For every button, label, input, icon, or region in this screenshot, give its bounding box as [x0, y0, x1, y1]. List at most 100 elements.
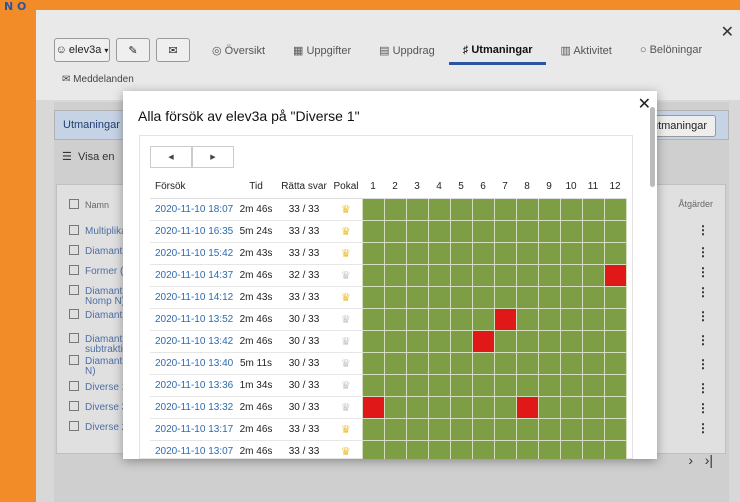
- trophy-cell: ♛: [330, 308, 362, 331]
- table-row: 2020-11-10 13:36 1m 34s 30 / 33 ♛: [150, 373, 627, 397]
- attempt-date-link[interactable]: 2020-11-10 13:52: [150, 308, 234, 331]
- question-cell-correct: [515, 351, 539, 375]
- list-item[interactable]: Multiplika: [69, 225, 127, 237]
- list-item[interactable]: Former (s: [69, 265, 128, 277]
- attempt-date-link[interactable]: 2020-11-10 13:07: [150, 440, 234, 459]
- user-dropdown[interactable]: ☺ elev3a ▾: [54, 38, 110, 62]
- tab-beloningar[interactable]: ○ Belöningar: [626, 38, 716, 65]
- tab-aktivitet[interactable]: ▥ Aktivitet: [546, 38, 625, 65]
- question-cell-correct: [515, 263, 539, 287]
- attempt-date-link[interactable]: 2020-11-10 15:42: [150, 242, 234, 265]
- next-button[interactable]: ▶: [192, 146, 234, 168]
- row-actions-icon[interactable]: ⋮: [697, 333, 709, 347]
- section-title: Utmaningar: [63, 119, 120, 131]
- question-cell-correct: [383, 197, 407, 221]
- attempt-date-link[interactable]: 2020-11-10 18:07: [150, 198, 234, 221]
- question-cell-correct: [493, 329, 517, 353]
- row-actions-icon[interactable]: ⋮: [697, 381, 709, 395]
- row-checkbox[interactable]: [69, 265, 79, 275]
- question-cell-correct: [537, 263, 561, 287]
- row-actions-icon[interactable]: ⋮: [697, 401, 709, 415]
- question-cell-correct: [449, 241, 473, 265]
- tab-uppgifter[interactable]: ▦ Uppgifter: [279, 38, 365, 65]
- row-checkbox[interactable]: [69, 309, 79, 319]
- question-cell-correct: [493, 417, 517, 441]
- question-cell-correct: [515, 241, 539, 265]
- list-item[interactable]: Diverse 1: [69, 381, 127, 393]
- question-cell-correct: [405, 329, 429, 353]
- list-item[interactable]: Diamant: l: [69, 245, 130, 257]
- attempt-correct: 33 / 33: [278, 242, 330, 265]
- last-page-icon[interactable]: ›|: [705, 452, 713, 468]
- row-actions-icon[interactable]: ⋮: [697, 285, 709, 299]
- question-cell-correct: [405, 241, 429, 265]
- close-icon[interactable]: ✕: [721, 22, 734, 42]
- attempt-date-link[interactable]: 2020-11-10 13:32: [150, 396, 234, 419]
- question-cell-correct: [471, 439, 495, 459]
- col-question-7: 7: [494, 176, 516, 199]
- list-item-line2: N): [85, 366, 96, 377]
- row-actions-icon[interactable]: ⋮: [697, 223, 709, 237]
- row-actions-icon[interactable]: ⋮: [697, 357, 709, 371]
- user-label: elev3a: [68, 44, 102, 56]
- question-cell-correct: [471, 263, 495, 287]
- row-checkbox[interactable]: [69, 225, 79, 235]
- col-question-5: 5: [450, 176, 472, 199]
- attempt-date-link[interactable]: 2020-11-10 13:17: [150, 418, 234, 441]
- question-cell-correct: [471, 197, 495, 221]
- edit-button[interactable]: ✎: [116, 38, 150, 62]
- attempt-date-link[interactable]: 2020-11-10 13:42: [150, 330, 234, 353]
- trophy-cell: ♛: [330, 330, 362, 353]
- row-actions-icon[interactable]: ⋮: [697, 309, 709, 323]
- list-item[interactable]: Diverse 2: [69, 421, 127, 433]
- row-checkbox[interactable]: [69, 381, 79, 391]
- attempt-date-link[interactable]: 2020-11-10 16:35: [150, 220, 234, 243]
- scrollbar[interactable]: [650, 107, 655, 187]
- row-actions-icon[interactable]: ⋮: [697, 265, 709, 279]
- attempt-date-link[interactable]: 2020-11-10 14:37: [150, 264, 234, 287]
- row-checkbox[interactable]: [69, 245, 79, 255]
- question-cell-correct: [449, 373, 473, 397]
- question-cell-correct: [405, 307, 429, 331]
- question-cell-correct: [581, 197, 605, 221]
- tab-oversikt[interactable]: ◎ Översikt: [198, 38, 279, 65]
- tab-utmaningar[interactable]: ♯ Utmaningar: [448, 38, 547, 65]
- attempt-date-link[interactable]: 2020-11-10 13:36: [150, 374, 234, 397]
- question-cell-correct: [471, 219, 495, 243]
- filter-row[interactable]: ☰ Visa en: [62, 150, 115, 163]
- list-item[interactable]: Diverse 3: [69, 401, 127, 413]
- question-cell-wrong: [493, 307, 517, 331]
- row-checkbox[interactable]: [69, 355, 79, 365]
- question-cell-correct: [361, 351, 385, 375]
- messages-link[interactable]: ✉ Meddelanden: [62, 74, 134, 85]
- attempt-date-link[interactable]: 2020-11-10 13:40: [150, 352, 234, 375]
- question-cell-correct: [537, 395, 561, 419]
- attempt-date-link[interactable]: 2020-11-10 14:12: [150, 286, 234, 309]
- close-icon[interactable]: ✕: [638, 94, 651, 114]
- question-cell-correct: [603, 197, 627, 221]
- row-checkbox[interactable]: [69, 285, 79, 295]
- list-item-line2: subtrakti: [85, 344, 123, 355]
- question-cell-correct: [603, 219, 627, 243]
- question-cell-correct: [427, 241, 451, 265]
- table-row: 2020-11-10 15:42 2m 43s 33 / 33 ♛: [150, 241, 627, 265]
- question-cell-correct: [559, 329, 583, 353]
- question-cell-correct: [405, 263, 429, 287]
- question-cell-correct: [493, 197, 517, 221]
- prev-button[interactable]: ◀: [150, 146, 192, 168]
- row-checkbox[interactable]: [69, 401, 79, 411]
- mail-button[interactable]: ✉: [156, 38, 190, 62]
- bar-chart-icon: ▥: [560, 45, 571, 57]
- row-checkbox[interactable]: [69, 333, 79, 343]
- row-actions-icon[interactable]: ⋮: [697, 245, 709, 259]
- col-time: Tid: [234, 176, 278, 199]
- table-row: 2020-11-10 18:07 2m 46s 33 / 33 ♛: [150, 197, 627, 221]
- row-checkbox[interactable]: [69, 421, 79, 431]
- question-cell-correct: [559, 439, 583, 459]
- question-cell-correct: [603, 307, 627, 331]
- next-page-icon[interactable]: ›: [688, 452, 693, 468]
- tab-uppdrag[interactable]: ▤ Uppdrag: [365, 38, 449, 65]
- row-actions-icon[interactable]: ⋮: [697, 421, 709, 435]
- select-all-checkbox[interactable]: [69, 199, 79, 209]
- dialog-title: Alla försök av elev3a på "Diverse 1": [138, 108, 360, 124]
